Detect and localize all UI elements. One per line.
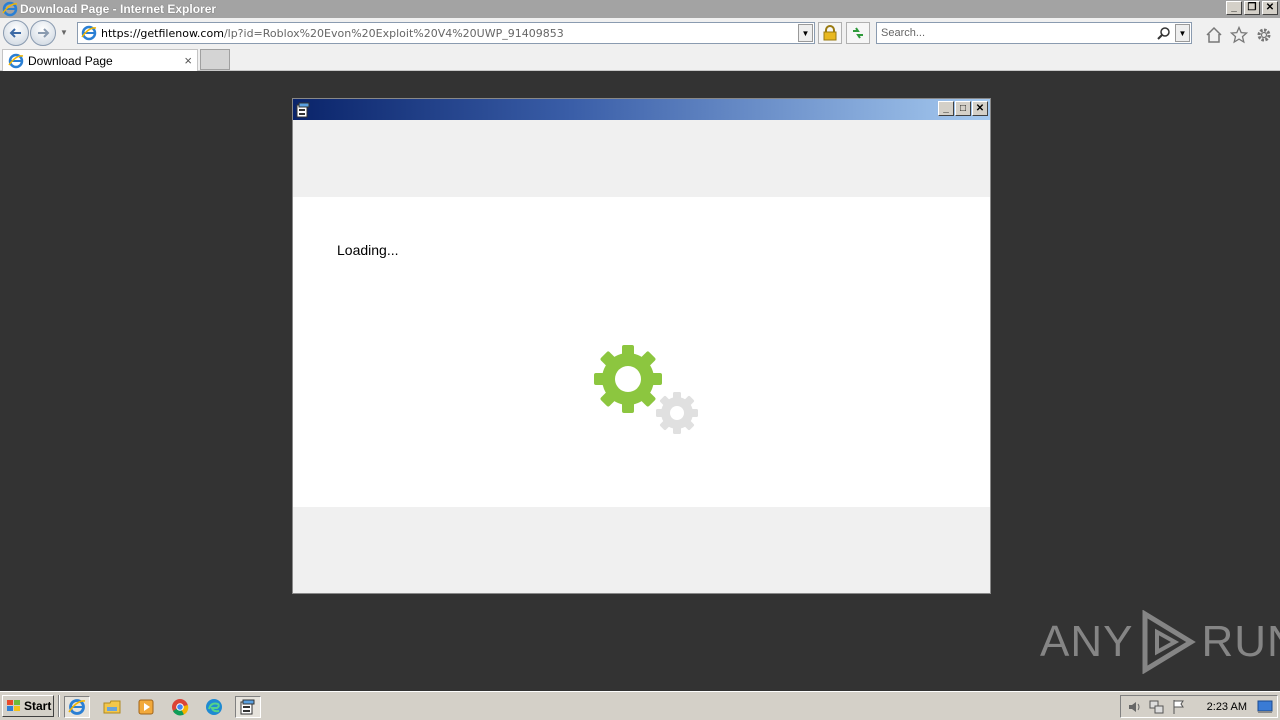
network-icon[interactable] bbox=[1149, 699, 1165, 715]
watermark-left-text: ANY bbox=[1040, 617, 1134, 666]
ie-icon bbox=[68, 699, 86, 715]
search-input[interactable] bbox=[881, 27, 1151, 39]
back-arrow-icon bbox=[9, 28, 21, 38]
taskbar-media-player-button[interactable] bbox=[133, 696, 159, 718]
windows-flag-icon bbox=[7, 700, 20, 711]
tab-label: Download Page bbox=[28, 53, 113, 68]
explorer-icon bbox=[103, 700, 121, 714]
minimize-button[interactable]: _ bbox=[1226, 1, 1242, 15]
address-bar[interactable]: https://getfilenow.com/lp?id=Roblox%20Ev… bbox=[77, 22, 815, 44]
tab-close-icon[interactable]: × bbox=[184, 53, 192, 68]
search-icon[interactable] bbox=[1157, 26, 1171, 40]
taskbar-separator bbox=[58, 695, 60, 717]
url-host: https://getfilenow.com bbox=[101, 26, 224, 40]
security-lock-button[interactable] bbox=[818, 22, 842, 44]
back-button[interactable] bbox=[3, 20, 29, 46]
dialog-footer bbox=[293, 507, 990, 593]
history-dropdown-icon[interactable]: ▼ bbox=[60, 28, 68, 37]
navigation-bar: ▼ https://getfilenow.com/lp?id=Roblox%20… bbox=[0, 18, 1280, 48]
system-tray: 2:23 AM bbox=[1120, 695, 1278, 718]
home-icon[interactable] bbox=[1205, 26, 1223, 44]
tools-gear-icon[interactable] bbox=[1255, 26, 1273, 44]
installer-dialog: _ □ ✕ Loading... bbox=[292, 98, 991, 594]
volume-icon[interactable] bbox=[1127, 699, 1143, 715]
forward-arrow-icon bbox=[38, 28, 50, 38]
clock[interactable]: 2:23 AM bbox=[1207, 701, 1247, 713]
media-player-icon bbox=[138, 699, 154, 715]
dialog-header bbox=[293, 120, 990, 197]
play-logo-icon bbox=[1142, 610, 1197, 674]
installer-app-icon bbox=[296, 102, 310, 118]
lock-icon bbox=[823, 25, 837, 41]
tab-download-page[interactable]: Download Page × bbox=[2, 49, 198, 71]
favorites-star-icon[interactable] bbox=[1230, 26, 1248, 44]
address-dropdown-icon[interactable]: ▼ bbox=[798, 24, 813, 42]
refresh-button[interactable] bbox=[846, 22, 870, 44]
start-label: Start bbox=[24, 699, 52, 713]
dialog-titlebar[interactable]: _ □ ✕ bbox=[293, 99, 990, 120]
tab-bar: Download Page × bbox=[0, 48, 1280, 71]
url-text[interactable]: https://getfilenow.com/lp?id=Roblox%20Ev… bbox=[101, 27, 564, 40]
refresh-icon bbox=[853, 27, 863, 39]
anyrun-watermark: ANY RUN bbox=[1040, 610, 1280, 674]
loading-gears-icon bbox=[594, 345, 698, 434]
start-button[interactable]: Start bbox=[2, 695, 54, 717]
taskbar-installer-button[interactable] bbox=[235, 696, 261, 718]
taskbar-ie-button[interactable] bbox=[64, 696, 90, 718]
ie-page-icon bbox=[81, 25, 97, 41]
dialog-maximize-button[interactable]: □ bbox=[955, 101, 971, 116]
taskbar-chrome-button[interactable] bbox=[167, 696, 193, 718]
window-title: Download Page - Internet Explorer bbox=[20, 2, 217, 16]
chrome-icon bbox=[172, 699, 189, 716]
dialog-minimize-button[interactable]: _ bbox=[938, 101, 954, 116]
window-titlebar: Download Page - Internet Explorer _ ❐ ✕ bbox=[0, 0, 1280, 18]
taskbar: Start 2:23 AM bbox=[0, 691, 1280, 720]
new-tab-button[interactable] bbox=[200, 49, 230, 70]
dialog-body: Loading... bbox=[293, 197, 990, 507]
edge-icon bbox=[206, 699, 222, 715]
search-dropdown-icon[interactable]: ▼ bbox=[1175, 24, 1190, 42]
restore-button[interactable]: ❐ bbox=[1244, 1, 1260, 15]
search-box[interactable]: ▼ bbox=[876, 22, 1192, 44]
taskbar-explorer-button[interactable] bbox=[99, 696, 125, 718]
watermark-right-text: RUN bbox=[1201, 617, 1280, 666]
dialog-close-button[interactable]: ✕ bbox=[972, 101, 988, 116]
show-desktop-icon[interactable] bbox=[1257, 699, 1273, 715]
url-path: /lp?id=Roblox%20Evon%20Exploit%20V4%20UW… bbox=[223, 26, 564, 40]
loading-text: Loading... bbox=[337, 242, 399, 258]
close-button[interactable]: ✕ bbox=[1262, 1, 1278, 15]
ie-tab-icon bbox=[8, 53, 24, 68]
ie-logo-icon bbox=[2, 1, 18, 17]
installer-icon bbox=[240, 699, 255, 715]
action-center-flag-icon[interactable] bbox=[1171, 699, 1187, 715]
forward-button[interactable] bbox=[30, 20, 56, 46]
taskbar-edge-button[interactable] bbox=[201, 696, 227, 718]
